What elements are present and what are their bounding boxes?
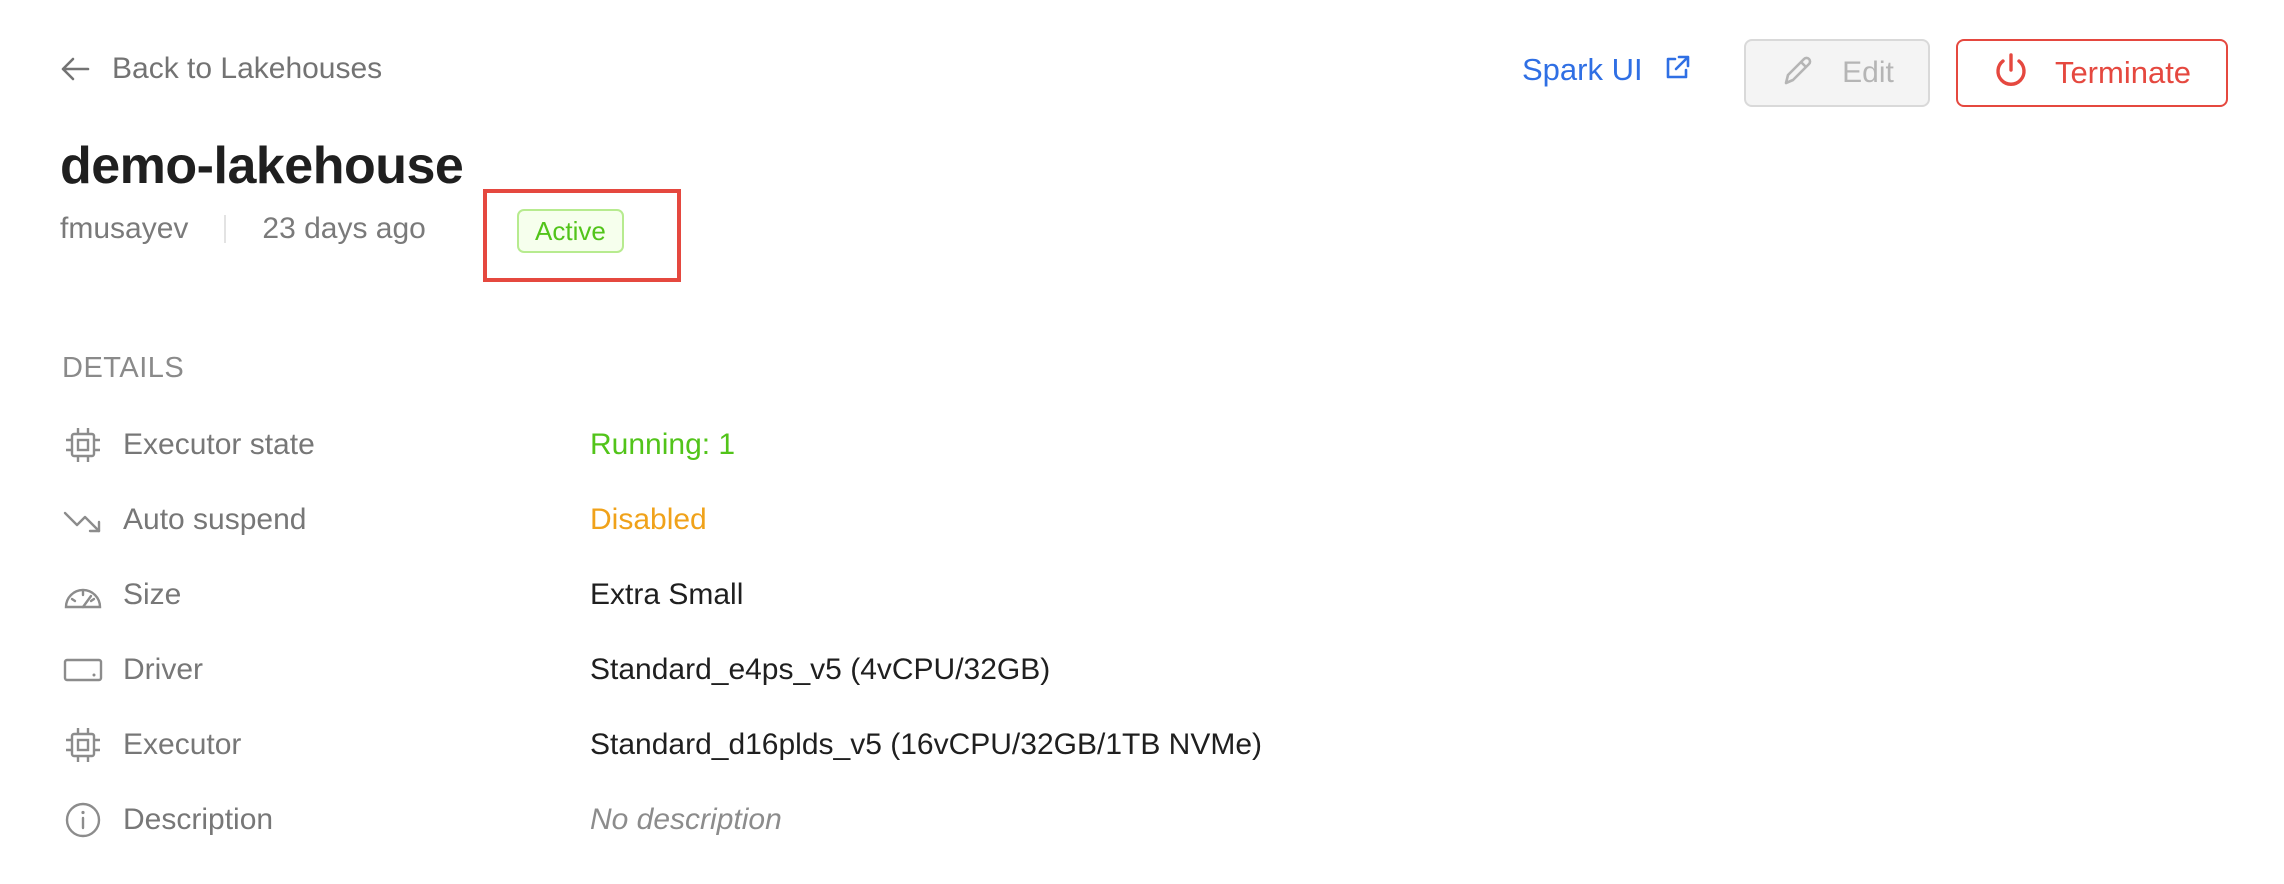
lakehouse-meta: fmusayev 23 days ago <box>60 212 426 246</box>
terminate-button-label: Terminate <box>2054 55 2192 90</box>
pencil-icon <box>1780 53 1816 94</box>
spark-ui-link[interactable]: Spark UI <box>1522 52 1691 88</box>
edit-button[interactable]: Edit <box>1744 39 1930 107</box>
detail-row-size: Size Extra Small <box>62 570 1462 620</box>
cpu-icon <box>62 424 104 466</box>
detail-row-auto-suspend: Auto suspend Disabled <box>62 495 1462 545</box>
detail-value: Standard_d16plds_v5 (16vCPU/32GB/1TB NVM… <box>590 728 1263 761</box>
edit-button-label: Edit <box>1842 56 1894 89</box>
drive-icon <box>62 649 104 691</box>
detail-label: Driver <box>123 653 203 686</box>
trend-down-icon <box>62 499 104 541</box>
owner-name: fmusayev <box>60 212 189 245</box>
detail-value: Running: 1 <box>590 428 736 461</box>
detail-value: No description <box>590 803 782 836</box>
meta-divider <box>224 215 227 243</box>
detail-value: Disabled <box>590 503 707 536</box>
detail-label: Auto suspend <box>123 503 307 536</box>
info-icon <box>62 799 104 841</box>
back-to-lakehouses-link[interactable]: Back to Lakehouses <box>60 52 382 86</box>
highlight-box <box>483 189 681 282</box>
detail-row-executor: Executor Standard_d16plds_v5 (16vCPU/32G… <box>62 720 1462 770</box>
created-time: 23 days ago <box>262 212 426 245</box>
detail-row-executor-state: Executor state Running: 1 <box>62 420 1462 470</box>
detail-value: Standard_e4ps_v5 (4vCPU/32GB) <box>590 653 1051 686</box>
detail-label: Size <box>123 578 182 611</box>
arrow-left-icon <box>60 56 90 82</box>
cpu-icon <box>62 724 104 766</box>
detail-label: Executor <box>123 728 242 761</box>
detail-label: Description <box>123 803 274 836</box>
spark-ui-label: Spark UI <box>1522 52 1643 87</box>
detail-row-description: Description No description <box>62 795 1462 845</box>
detail-value: Extra Small <box>590 578 744 611</box>
detail-label: Executor state <box>123 428 315 461</box>
external-link-icon <box>1663 54 1691 87</box>
terminate-button[interactable]: Terminate <box>1956 39 2228 107</box>
details-heading: DETAILS <box>62 352 185 384</box>
detail-row-driver: Driver Standard_e4ps_v5 (4vCPU/32GB) <box>62 645 1462 695</box>
page-title: demo-lakehouse <box>60 137 464 195</box>
back-link-label: Back to Lakehouses <box>112 52 383 85</box>
gauge-icon <box>62 574 104 616</box>
power-icon <box>1993 52 2029 95</box>
